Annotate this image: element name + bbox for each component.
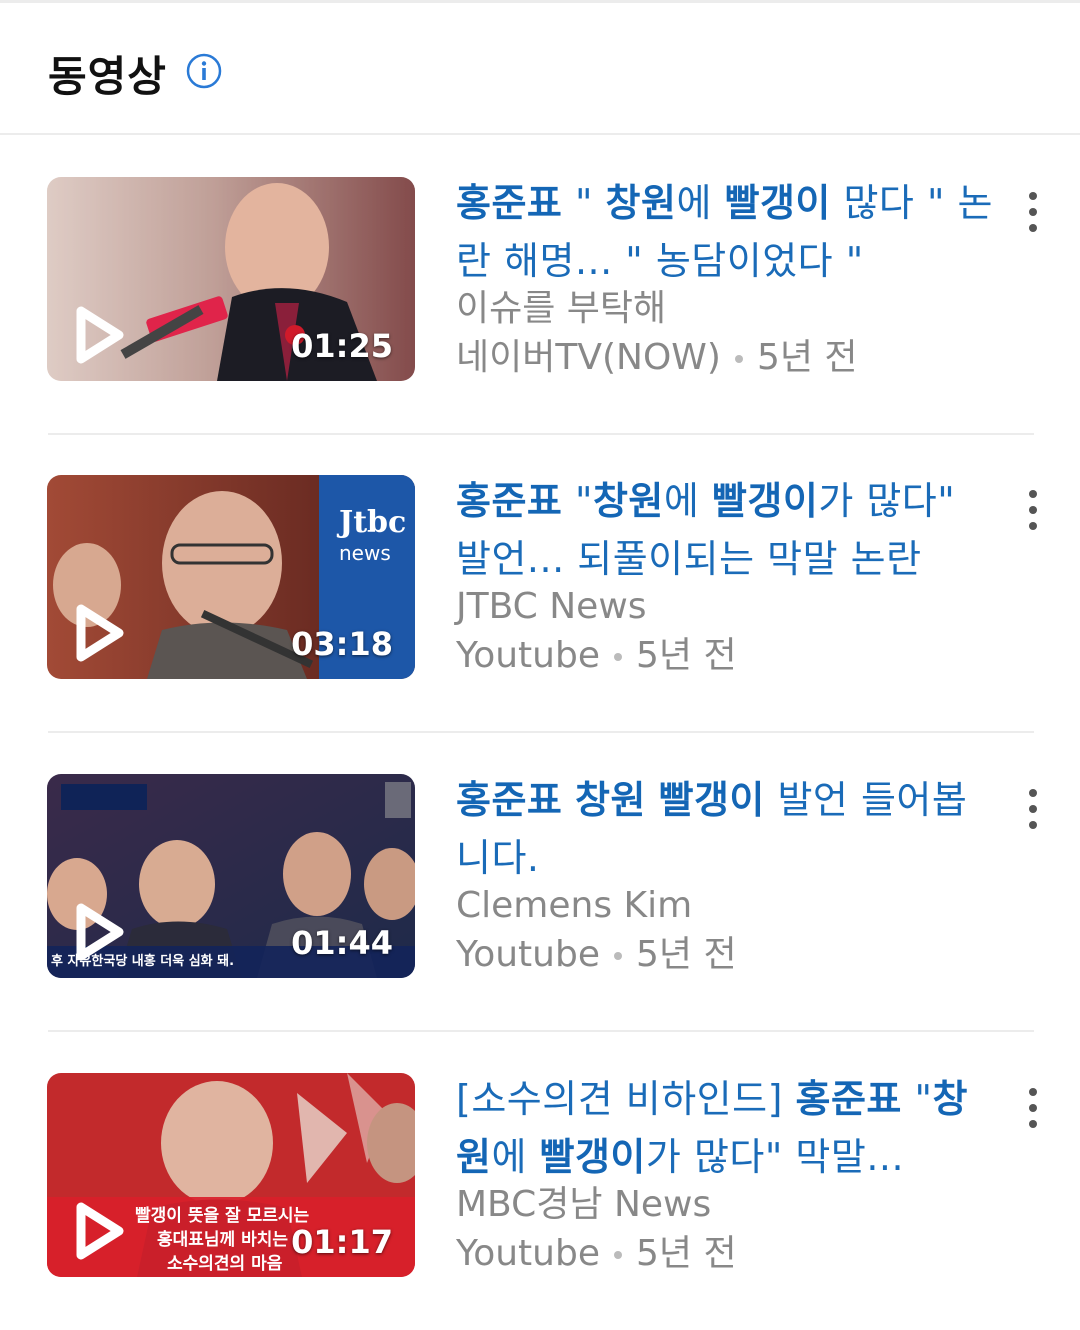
video-item[interactable]: Jtbc news 03:18 홍준표 "창원에 빨갱이가 많다" 발언... … bbox=[0, 434, 1080, 733]
title-keyword: 빨갱이 bbox=[724, 181, 831, 225]
video-duration: 03:18 bbox=[291, 625, 393, 663]
play-icon bbox=[76, 903, 124, 961]
video-age: 5년 전 bbox=[635, 934, 737, 975]
video-age: 5년 전 bbox=[635, 635, 737, 676]
video-platform: Youtube bbox=[456, 934, 600, 975]
info-icon[interactable] bbox=[186, 53, 222, 89]
jtbc-logo: Jtbc bbox=[339, 505, 407, 540]
section-title: 동영상 bbox=[48, 52, 167, 101]
video-duration: 01:25 bbox=[291, 327, 393, 365]
title-keyword: 홍준표 bbox=[456, 181, 563, 225]
section-header: 동영상 bbox=[0, 3, 1080, 135]
title-keyword: 빨갱이 bbox=[539, 1135, 646, 1179]
video-source: 이슈를 부탁해 bbox=[456, 288, 667, 329]
title-text: " bbox=[901, 1077, 933, 1121]
video-item[interactable]: 01:25 홍준표 " 창원에 빨갱이 많다 " 논란 해명... " 농담이었… bbox=[0, 136, 1080, 435]
video-thumbnail[interactable]: 후 자유한국당 내홍 더욱 심화 돼. 01:44 bbox=[47, 774, 415, 978]
play-icon bbox=[76, 604, 124, 662]
separator-dot bbox=[613, 952, 622, 960]
video-thumbnail[interactable]: 빨갱이 뜻을 잘 모르시는 홍대표님께 바치는 소수의견의 마음 01:17 bbox=[47, 1073, 415, 1277]
title-keyword: 홍준표 bbox=[795, 1077, 902, 1121]
separator-dot bbox=[613, 1251, 622, 1259]
video-duration: 01:17 bbox=[291, 1223, 393, 1261]
video-platform: 네이버TV(NOW) bbox=[456, 337, 721, 378]
title-keyword: 창원 bbox=[605, 181, 677, 225]
video-title[interactable]: 홍준표 " 창원에 빨갱이 많다 " 논란 해명... " 농담이었다 " bbox=[456, 174, 996, 290]
caption-line-3: 소수의견의 마음 bbox=[167, 1254, 283, 1274]
video-item[interactable]: 후 자유한국당 내홍 더욱 심화 돼. 01:44 홍준표 창원 빨갱이 발언 … bbox=[0, 733, 1080, 1032]
video-age: 5년 전 bbox=[635, 1233, 737, 1274]
video-title[interactable]: [소수의견 비하인드] 홍준표 "창원에 빨갱이가 많다" 막말... bbox=[456, 1070, 996, 1186]
title-text: " bbox=[562, 479, 593, 523]
video-source: JTBC News bbox=[456, 586, 647, 627]
more-options-icon[interactable] bbox=[1020, 486, 1046, 534]
title-keyword: 빨갱이 bbox=[711, 479, 819, 523]
title-text: 에 bbox=[491, 1135, 540, 1179]
play-icon bbox=[76, 1202, 124, 1260]
more-options-icon[interactable] bbox=[1020, 188, 1046, 236]
separator-dot bbox=[613, 653, 622, 661]
title-keyword: 창원 bbox=[592, 479, 664, 523]
title-keyword: 빨갱이 bbox=[658, 778, 765, 822]
title-text: " bbox=[562, 181, 606, 225]
video-source: Clemens Kim bbox=[456, 885, 693, 926]
separator-dot bbox=[734, 355, 743, 363]
title-text: [소수의견 비하인드] bbox=[456, 1077, 796, 1121]
video-item[interactable]: 빨갱이 뜻을 잘 모르시는 홍대표님께 바치는 소수의견의 마음 01:17 [… bbox=[0, 1032, 1080, 1330]
video-platform: Youtube bbox=[456, 635, 600, 676]
title-text bbox=[646, 778, 659, 822]
title-text: 가 많다" 막말... bbox=[645, 1135, 905, 1179]
video-source: MBC경남 News bbox=[456, 1184, 712, 1225]
video-platform: Youtube bbox=[456, 1233, 600, 1274]
caption-line-2: 홍대표님께 바치는 bbox=[157, 1230, 289, 1250]
title-keyword: 창원 bbox=[574, 778, 646, 822]
play-icon bbox=[76, 306, 124, 364]
video-thumbnail[interactable]: Jtbc news 03:18 bbox=[47, 475, 415, 679]
jtbc-logo-sub: news bbox=[339, 541, 391, 565]
video-duration: 01:44 bbox=[291, 924, 393, 962]
video-title[interactable]: 홍준표 "창원에 빨갱이가 많다" 발언... 되풀이되는 막말 논란 bbox=[456, 472, 996, 588]
video-age: 5년 전 bbox=[756, 337, 858, 378]
title-text: 에 bbox=[663, 479, 712, 523]
video-meta: Youtube 5년 전 bbox=[456, 631, 737, 681]
title-keyword: 홍준표 bbox=[456, 479, 563, 523]
caption-line-1: 빨갱이 뜻을 잘 모르시는 bbox=[135, 1206, 310, 1226]
more-options-icon[interactable] bbox=[1020, 785, 1046, 833]
video-title[interactable]: 홍준표 창원 빨갱이 발언 들어봅니다. bbox=[456, 771, 996, 887]
video-meta: 네이버TV(NOW) 5년 전 bbox=[456, 333, 858, 383]
video-meta: Youtube 5년 전 bbox=[456, 1229, 737, 1279]
video-thumbnail[interactable]: 01:25 bbox=[47, 177, 415, 381]
more-options-icon[interactable] bbox=[1020, 1084, 1046, 1132]
video-meta: Youtube 5년 전 bbox=[456, 930, 737, 980]
title-keyword: 홍준표 bbox=[456, 778, 563, 822]
title-text bbox=[562, 778, 575, 822]
title-text: 에 bbox=[676, 181, 725, 225]
